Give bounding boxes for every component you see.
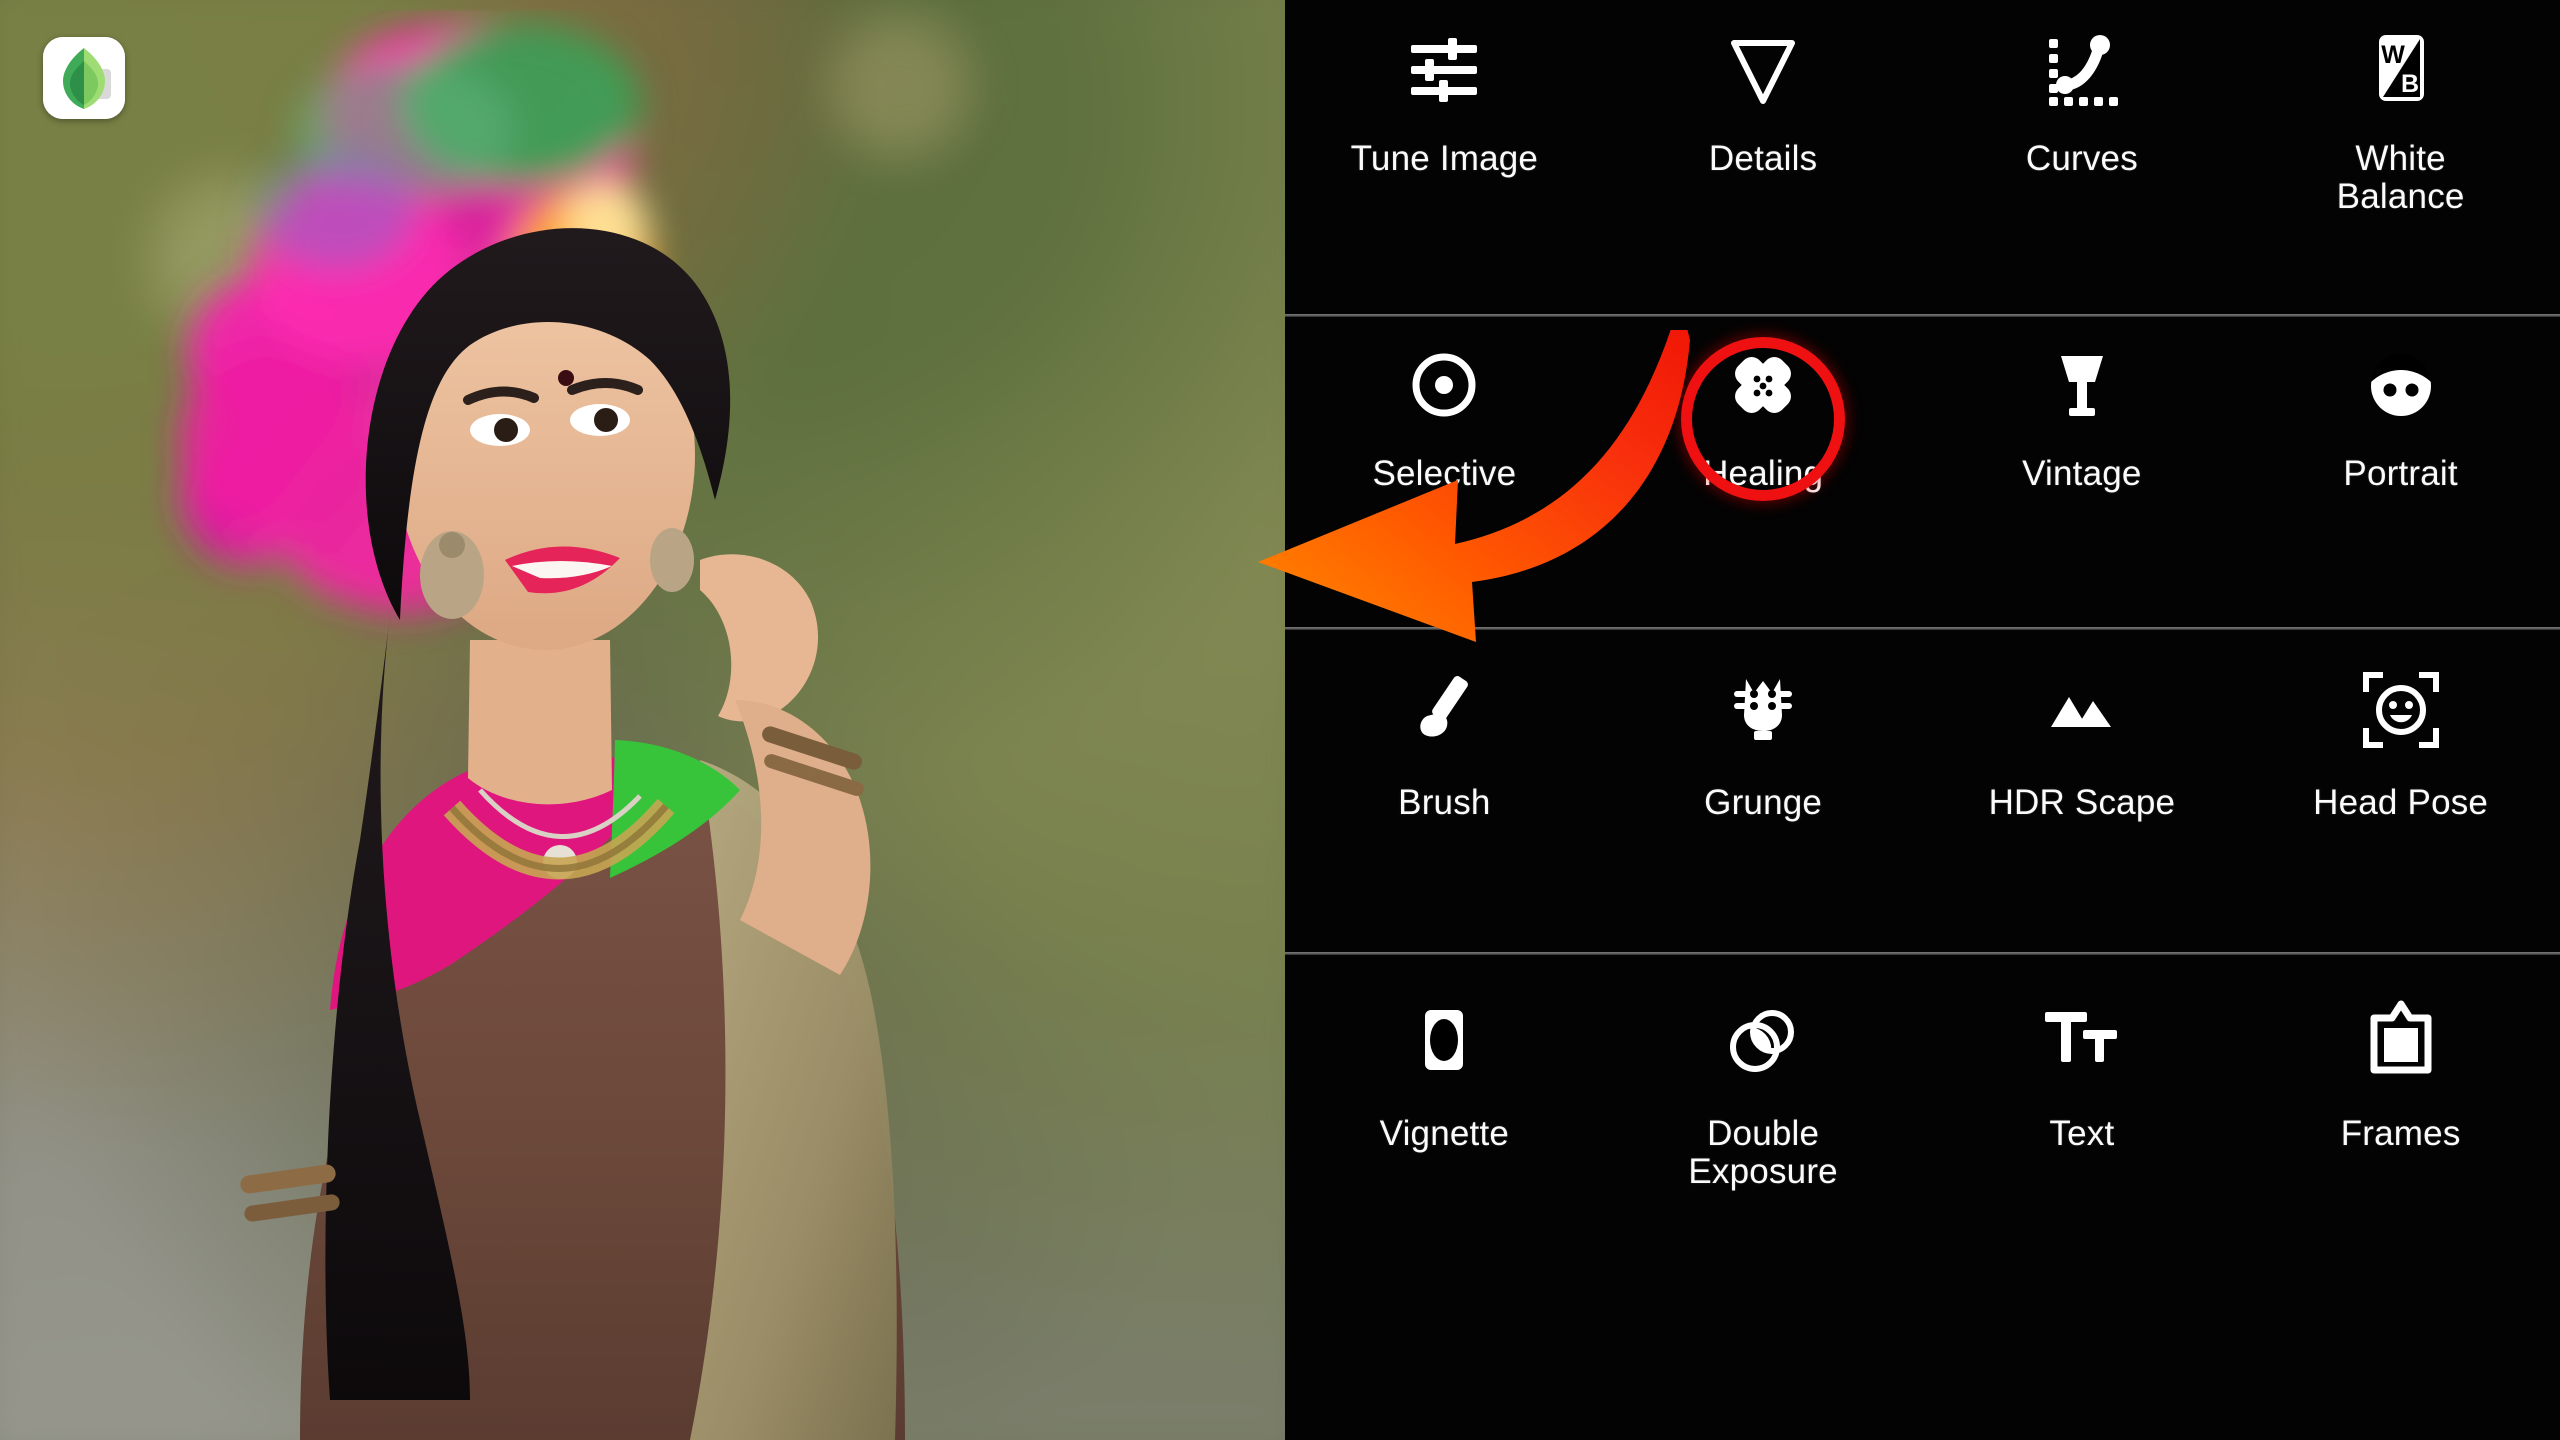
tool-label: Text: [2049, 1114, 2115, 1153]
tool-portrait[interactable]: Portrait: [2241, 317, 2560, 630]
photo-preview[interactable]: [0, 0, 1285, 1440]
tool-vintage[interactable]: Vintage: [1923, 317, 2242, 630]
tool-label: Frames: [2340, 1114, 2461, 1153]
tool-label: Grunge: [1704, 783, 1823, 822]
bandage-cross-icon: [1715, 337, 1811, 433]
tool-label: Double Exposure: [1688, 1114, 1838, 1191]
snapseed-leaf-icon: [43, 37, 125, 119]
tools-grid: Tune Image Details Curves W B White Bala…: [1285, 0, 2560, 1285]
tool-label: Curves: [2025, 139, 2138, 178]
tool-label: White Balance: [2336, 139, 2465, 216]
face-head-icon: [2353, 337, 2449, 433]
tool-double-exposure[interactable]: Double Exposure: [1604, 955, 1923, 1285]
tool-brush[interactable]: Brush: [1285, 630, 1604, 955]
tool-hdr-scape[interactable]: HDR Scape: [1923, 630, 2242, 955]
tool-label: Vintage: [2022, 454, 2142, 493]
tool-text[interactable]: Text: [1923, 955, 2242, 1285]
tool-selective[interactable]: Selective: [1285, 317, 1604, 630]
overlapping-circles-icon: [1715, 993, 1811, 1089]
snapseed-tools-panel: Tune Image Details Curves W B White Bala…: [1285, 0, 2560, 1440]
tools-row-4: Vignette Double Exposure Text Frames: [1285, 955, 2560, 1285]
tool-label: Portrait: [2343, 454, 2458, 493]
tool-grunge[interactable]: Grunge: [1604, 630, 1923, 955]
tool-label: Brush: [1398, 783, 1491, 822]
tool-label: Vignette: [1379, 1114, 1510, 1153]
photo-subject: [0, 0, 1285, 1440]
vignette-oval-icon: [1396, 993, 1492, 1089]
frame-icon: [2353, 993, 2449, 1089]
sliders-icon: [1396, 22, 1492, 118]
smiley-focus-frame-icon: [2353, 662, 2449, 758]
target-dot-icon: [1396, 337, 1492, 433]
screenshot-root: Tune Image Details Curves W B White Bala…: [0, 0, 2560, 1440]
tool-healing[interactable]: Healing: [1604, 317, 1923, 630]
tool-label: Head Pose: [2313, 783, 2489, 822]
guitar-headstock-icon: [1715, 662, 1811, 758]
tool-frames[interactable]: Frames: [2241, 955, 2560, 1285]
paintbrush-icon: [1396, 662, 1492, 758]
tool-details[interactable]: Details: [1604, 0, 1923, 317]
white-balance-wb-icon: W B: [2353, 22, 2449, 118]
tools-row-1: Tune Image Details Curves W B White Bala…: [1285, 0, 2560, 317]
tool-label: Details: [1708, 139, 1818, 178]
tool-label: Selective: [1372, 454, 1517, 493]
tools-row-2: Selective Healing Vintage Portrait: [1285, 317, 2560, 630]
tool-label: Healing: [1703, 454, 1824, 493]
tool-vignette[interactable]: Vignette: [1285, 955, 1604, 1285]
curves-graph-icon: [2034, 22, 2130, 118]
svg-text:B: B: [2401, 70, 2419, 98]
triangle-down-icon: [1715, 22, 1811, 118]
svg-text:W: W: [2381, 41, 2405, 69]
tool-head-pose[interactable]: Head Pose: [2241, 630, 2560, 955]
tool-curves[interactable]: Curves: [1923, 0, 2242, 317]
tool-white-balance[interactable]: W B White Balance: [2241, 0, 2560, 317]
tool-label: HDR Scape: [1988, 783, 2176, 822]
mountains-icon: [2034, 662, 2130, 758]
tools-row-3: Brush Grunge HDR Scape Head Pose: [1285, 630, 2560, 955]
lamp-icon: [2034, 337, 2130, 433]
tool-tune-image[interactable]: Tune Image: [1285, 0, 1604, 317]
tool-label: Tune Image: [1350, 139, 1539, 178]
text-tt-icon: [2034, 993, 2130, 1089]
